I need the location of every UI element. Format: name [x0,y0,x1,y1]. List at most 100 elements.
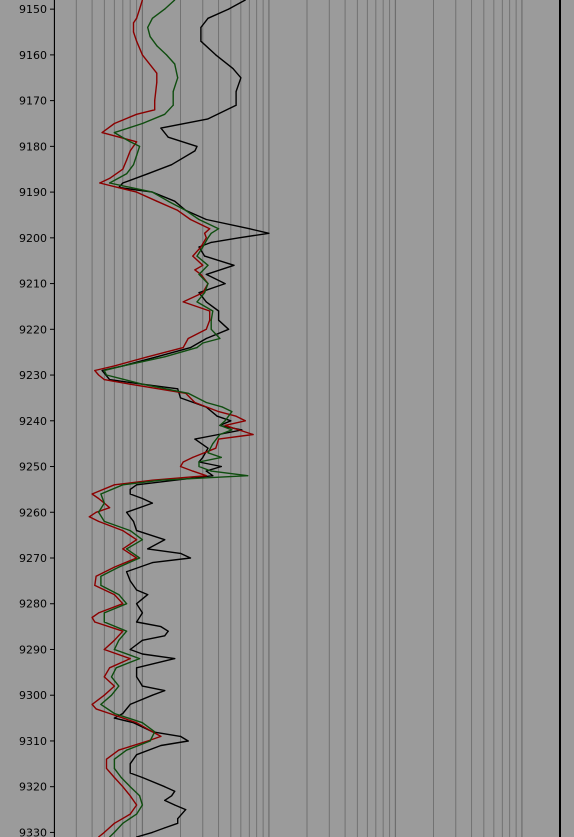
data-point [149,36,151,38]
data-point [247,475,249,477]
data-point [141,497,143,500]
data-point [164,827,166,829]
data-point [129,795,131,797]
data-point [238,237,240,239]
data-point [151,191,153,193]
data-point [179,735,182,738]
data-point [185,809,187,811]
data-point [136,667,138,669]
data-point [196,301,198,303]
data-point [139,795,141,797]
data-point [209,310,211,312]
data-point [216,415,218,417]
data-point [113,767,115,770]
data-point [113,685,115,687]
data-point [194,401,196,404]
data-point [198,273,200,275]
data-point [129,530,131,532]
y-tick-label: 9240 [19,415,47,428]
data-point [129,493,131,495]
data-point [231,429,233,431]
data-point [177,209,179,211]
data-point [192,470,194,472]
data-point [105,758,108,760]
data-point [136,40,138,42]
data-point [212,475,214,477]
data-point [129,658,131,660]
data-point [132,520,135,523]
data-point [207,264,209,266]
data-point [141,653,143,655]
data-point [189,218,192,221]
data-point [215,54,217,56]
data-point [210,328,212,330]
chart-svg: 9150 9160 9170 9180 9190 9200 9210 9220 9230 9240… [0,0,574,837]
data-point [136,484,138,486]
data-point [200,40,202,42]
y-tick-label: 9160 [19,49,47,62]
data-point [228,328,230,330]
data-point [103,520,105,523]
data-point [129,580,131,582]
data-point [136,603,138,605]
y-tick-label: 9210 [19,278,47,291]
data-point [167,136,169,138]
data-point [194,438,196,440]
data-point [136,676,138,678]
data-point [204,292,206,294]
data-point [202,456,204,458]
data-point [174,63,176,65]
data-point [207,17,209,19]
data-point [147,548,149,550]
data-point [132,31,135,33]
data-point [151,17,153,19]
data-point [194,150,196,152]
data-point [174,658,176,660]
data-point [95,575,97,577]
data-point [98,511,100,513]
data-point [122,603,124,605]
data-point [105,374,108,376]
data-point [122,712,124,715]
data-point [141,685,143,687]
data-point [126,511,128,513]
data-point [113,594,115,596]
data-point [160,735,162,738]
data-point [151,694,153,696]
data-point [98,520,100,523]
data-point [235,90,237,93]
data-point [103,694,105,696]
data-point [118,685,120,687]
data-point [160,127,162,129]
data-point [136,804,138,806]
data-point [177,818,179,820]
data-point [164,690,166,692]
y-tick-label: 9180 [19,140,47,153]
data-point [101,132,103,134]
data-point [151,502,153,504]
data-point [103,831,105,834]
data-point [179,552,182,555]
data-point [129,763,131,765]
data-point [113,132,115,134]
grid-lines [53,0,561,837]
data-point [113,822,115,824]
data-point [154,100,156,102]
data-point [164,356,166,358]
data-point [109,182,111,184]
data-point [167,630,169,632]
data-point [200,26,202,28]
data-point [110,676,113,678]
data-point [113,712,115,715]
data-point [126,173,128,175]
data-point [118,749,120,751]
data-point [129,648,131,651]
data-point [113,566,115,568]
data-point [156,356,158,358]
data-point [205,475,207,477]
y-tick-label: 9260 [19,506,47,519]
y-tick-label: 9320 [19,781,47,794]
data-point [177,822,179,824]
y-tick-label: 9200 [19,232,47,245]
data-point [179,465,182,468]
